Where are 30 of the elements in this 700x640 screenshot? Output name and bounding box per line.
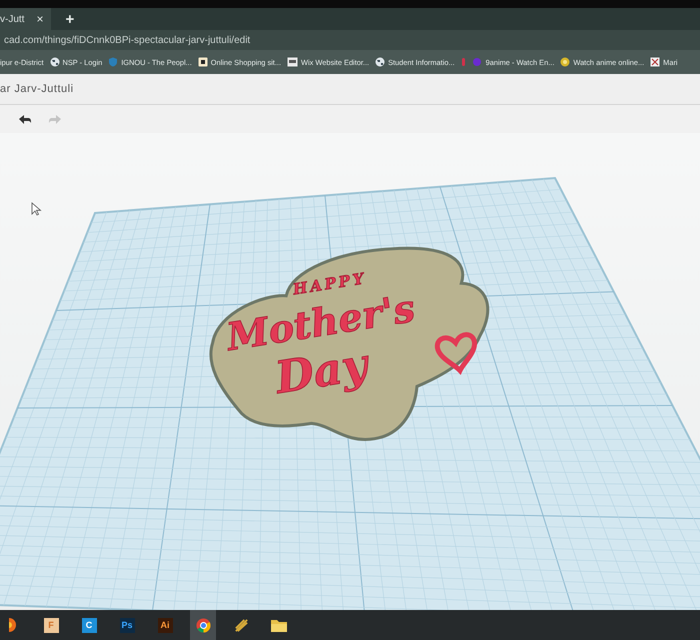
taskbar-app-button[interactable]: Ps bbox=[114, 610, 140, 640]
design-title: ar Jarv-Juttuli bbox=[0, 83, 74, 95]
taskbar-app-button[interactable]: Ai bbox=[152, 610, 178, 640]
browser-tab[interactable]: v-Jutt × bbox=[0, 8, 52, 30]
bookmark-icon bbox=[108, 57, 118, 67]
heart-icon bbox=[434, 332, 478, 373]
app-tile-icon: Ps bbox=[120, 618, 134, 632]
bookmark-icon bbox=[287, 57, 298, 67]
model-text-small: HAPPY bbox=[292, 269, 368, 298]
url-text: cad.com/things/fiDCnnk0BPi-spectacular-jarv-juttuli/edit bbox=[4, 34, 250, 46]
tab-title: v-Jutt bbox=[0, 14, 24, 24]
close-tab-button[interactable]: × bbox=[36, 12, 44, 26]
app-tile-icon: Ai bbox=[158, 618, 172, 632]
globe-icon bbox=[50, 57, 60, 67]
taskbar-app-button[interactable]: C bbox=[76, 610, 102, 640]
app-tile-icon: F bbox=[44, 618, 58, 632]
address-bar[interactable]: cad.com/things/fiDCnnk0BPi-spectacular-jarv-juttuli/edit bbox=[0, 30, 700, 50]
mouse-cursor-icon bbox=[32, 202, 42, 216]
new-tab-button[interactable]: + bbox=[65, 10, 74, 28]
globe-icon bbox=[375, 57, 386, 67]
app-icon bbox=[8, 618, 18, 632]
taskbar-app-button[interactable] bbox=[190, 610, 216, 640]
bookmark-icon bbox=[560, 57, 570, 67]
folder-icon bbox=[271, 618, 287, 632]
app-icon bbox=[234, 618, 248, 632]
app-tile-icon: C bbox=[82, 618, 96, 632]
bookmark-icons bbox=[460, 57, 483, 67]
bookmark-icon bbox=[650, 57, 660, 67]
bookmark-icon bbox=[198, 57, 208, 67]
browser-icon bbox=[196, 618, 210, 632]
